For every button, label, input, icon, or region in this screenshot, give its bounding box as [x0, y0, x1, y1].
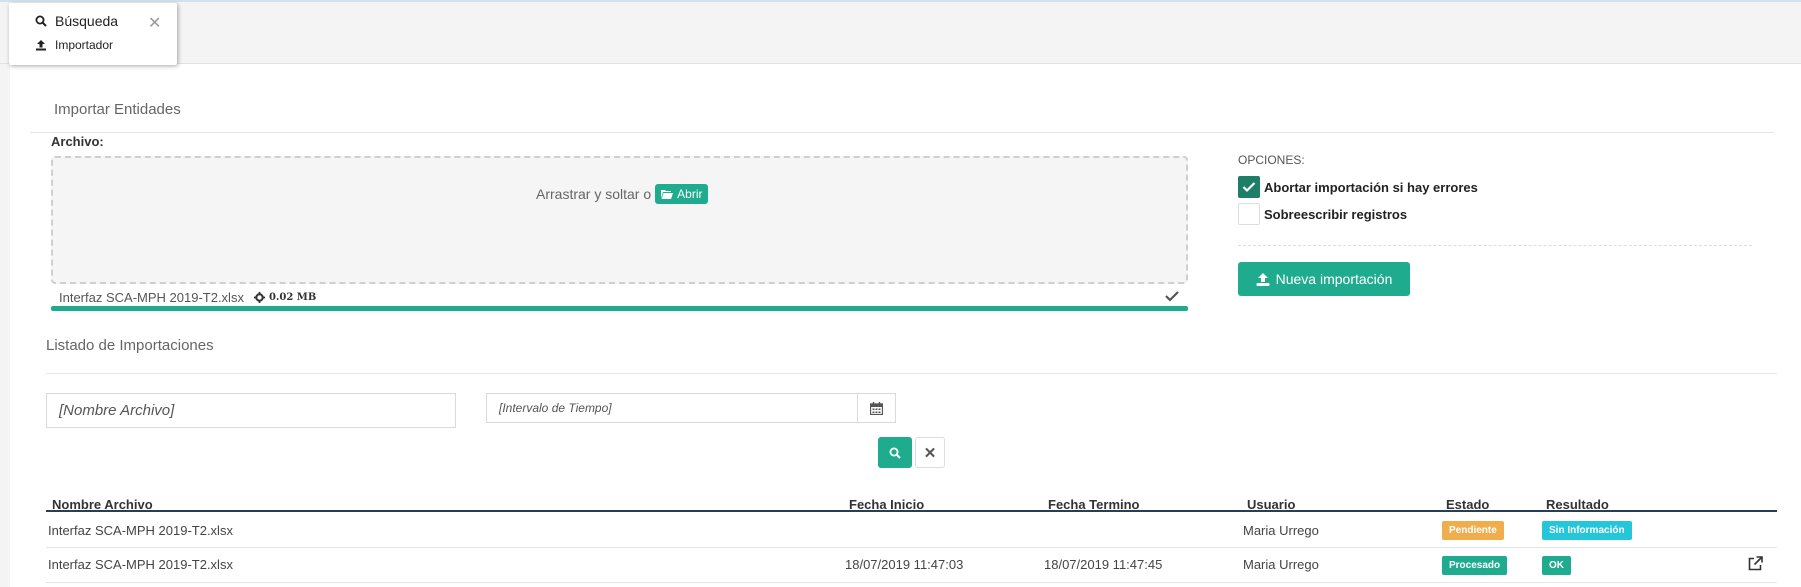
abort-checkbox[interactable] — [1238, 176, 1260, 198]
status-badge: Pendiente — [1442, 521, 1504, 540]
calendar-button[interactable] — [857, 393, 896, 423]
options-header: OPCIONES: — [1238, 153, 1305, 167]
open-file-button[interactable]: Abrir — [655, 184, 709, 204]
left-strip — [0, 64, 10, 587]
table-cell-file: Interfaz SCA-MPH 2019-T2.xlsx — [48, 557, 233, 572]
search-icon — [889, 447, 901, 459]
dropzone-prompt: Arrastrar y soltar o Abrir — [536, 184, 709, 204]
close-icon: ✕ — [923, 444, 937, 462]
import-section-title: Importar Entidades — [54, 101, 181, 118]
divider — [46, 373, 1777, 374]
options-divider — [1238, 245, 1752, 246]
tab-busqueda-label: Búsqueda — [55, 13, 119, 29]
uploaded-file-name: Interfaz SCA-MPH 2019-T2.xlsx — [59, 290, 244, 305]
time-interval-input[interactable]: [Intervalo de Tiempo] — [486, 393, 858, 423]
row-divider — [46, 547, 1777, 548]
overwrite-checkbox[interactable] — [1238, 203, 1260, 225]
overwrite-option[interactable]: Sobreescribir registros — [1238, 203, 1407, 225]
abort-label: Abortar importación si hay errores — [1264, 179, 1478, 195]
list-section-title: Listado de Importaciones — [46, 337, 214, 354]
table-cell-user: Maria Urrego — [1243, 557, 1319, 572]
open-file-label: Abrir — [677, 187, 703, 201]
tab-importador-label: Importador — [55, 38, 114, 52]
table-cell-file: Interfaz SCA-MPH 2019-T2.xlsx — [48, 523, 233, 538]
table-cell-start: 18/07/2019 11:47:03 — [845, 557, 964, 572]
divider — [30, 132, 1774, 133]
tab-importador[interactable]: Importador — [35, 38, 113, 52]
tab-busqueda[interactable]: Búsqueda — [35, 13, 118, 29]
tab-menu: Búsqueda ✕ Importador — [9, 3, 177, 65]
new-import-label: Nueva importación — [1275, 271, 1393, 287]
file-size-value: 0.02 MB — [268, 292, 317, 303]
search-button[interactable] — [878, 437, 912, 468]
result-badge: OK — [1542, 556, 1571, 575]
calendar-icon — [870, 401, 883, 415]
check-icon — [1165, 291, 1179, 302]
abort-on-error-option[interactable]: Abortar importación si hay errores — [1238, 176, 1478, 198]
dropzone[interactable]: Arrastrar y soltar o Abrir — [51, 156, 1188, 284]
file-size: 0.02 MB — [253, 292, 317, 303]
row-divider — [46, 582, 1777, 583]
upload-icon — [36, 40, 46, 51]
filename-filter-input[interactable]: [Nombre Archivo] — [46, 393, 456, 428]
drop-text: Arrastrar y soltar o — [536, 186, 652, 202]
file-label: Archivo: — [51, 134, 104, 149]
table-cell-user: Maria Urrego — [1243, 523, 1319, 538]
folder-open-icon — [661, 190, 674, 199]
new-import-button[interactable]: Nueva importación — [1238, 262, 1410, 296]
overwrite-label: Sobreescribir registros — [1264, 206, 1408, 222]
search-icon — [35, 15, 47, 27]
result-badge: Sin Información — [1542, 521, 1632, 540]
tab-bar — [0, 0, 1801, 64]
gear-icon — [253, 292, 265, 303]
external-link-icon[interactable] — [1748, 556, 1763, 571]
table-header-divider — [46, 510, 1777, 512]
upload-icon — [1256, 272, 1270, 286]
close-icon[interactable]: ✕ — [148, 13, 161, 33]
clear-filter-button[interactable]: ✕ — [915, 437, 945, 468]
table-cell-end: 18/07/2019 11:47:45 — [1044, 557, 1163, 572]
upload-progress-bar — [51, 306, 1188, 311]
status-badge: Procesado — [1442, 556, 1508, 575]
uploaded-file: Interfaz SCA-MPH 2019-T2.xlsx 0.02 MB — [59, 290, 316, 305]
check-icon — [1242, 182, 1256, 193]
